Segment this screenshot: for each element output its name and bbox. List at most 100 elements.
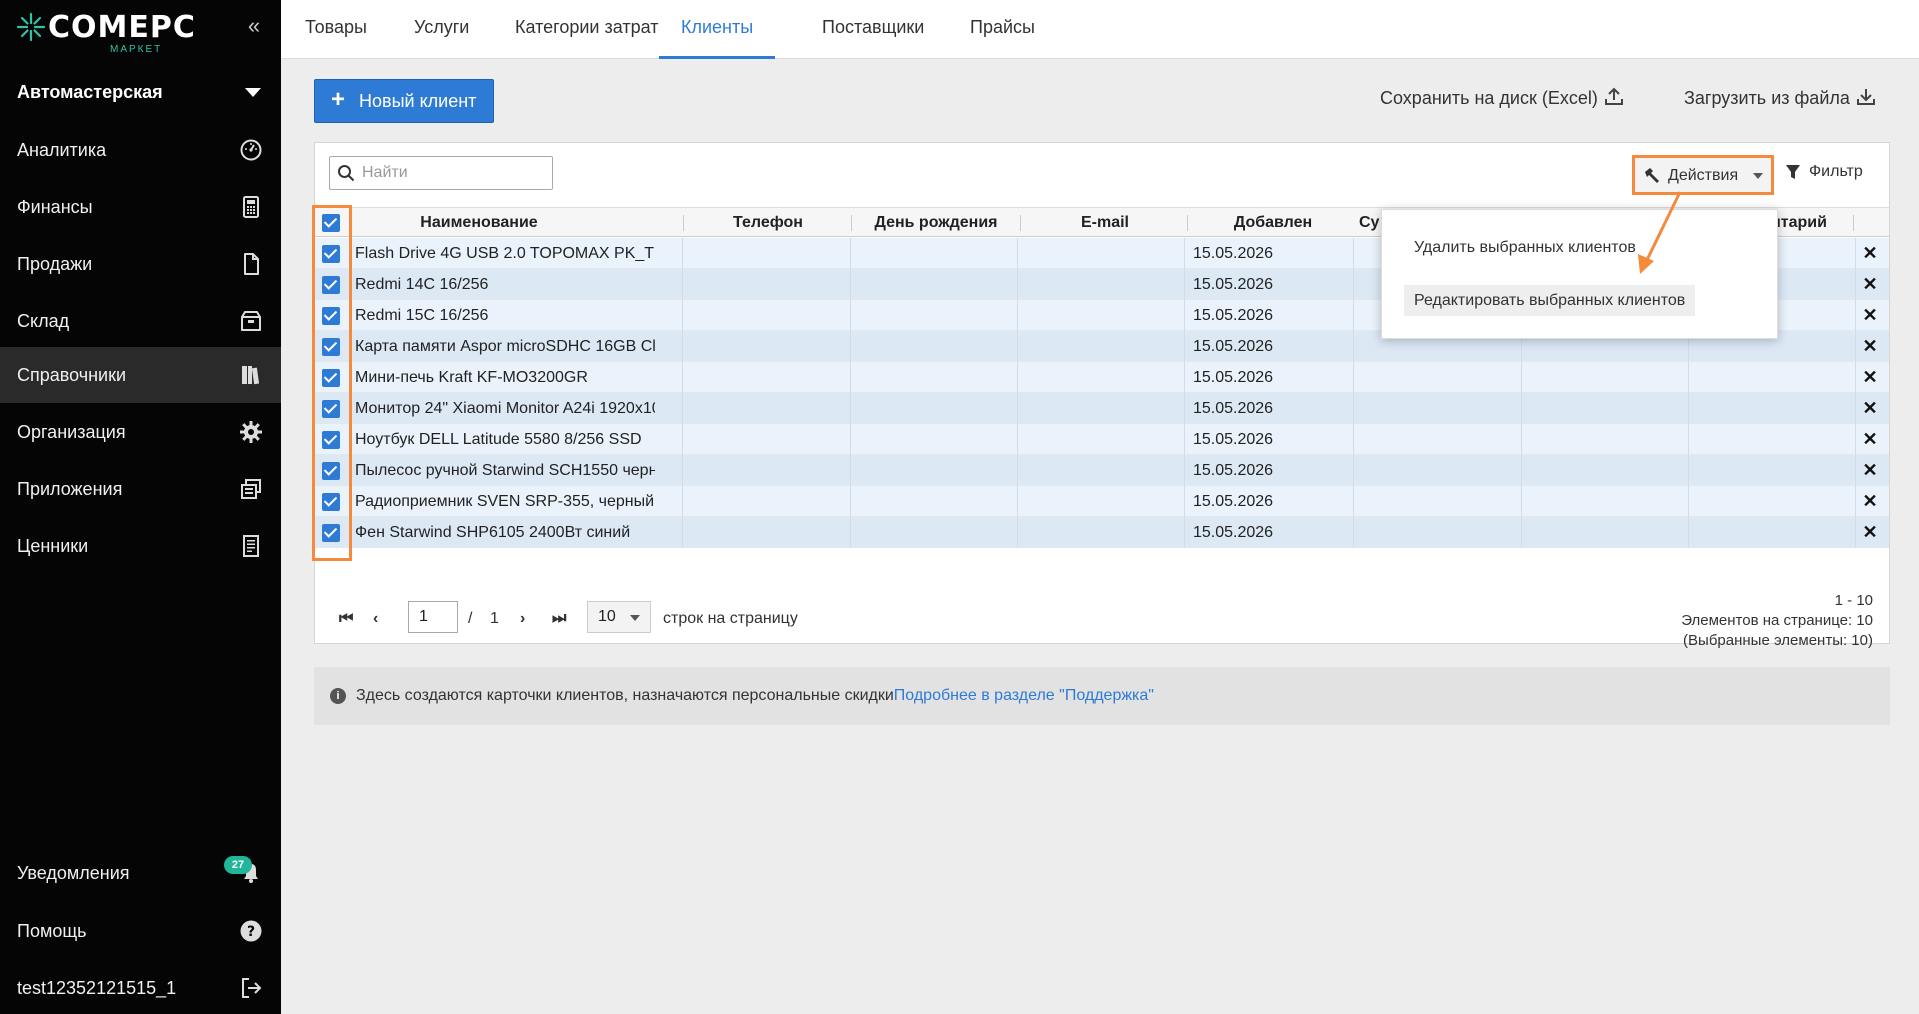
company-selector[interactable]: Автомастерская [0, 70, 281, 114]
sidebar-item-label: Ценники [17, 536, 89, 556]
sidebar-item-label: Организация [17, 422, 126, 442]
top-navigation: Товары Услуги Категории затрат Клиенты П… [281, 0, 1919, 59]
sidebar-item-warehouse[interactable]: Склад [0, 293, 281, 349]
collapse-sidebar-icon[interactable]: « [242, 14, 266, 38]
client-name: Фен Starwind SHP6105 2400Вт синий [355, 524, 631, 541]
tab-suppliers[interactable]: Поставщики [822, 0, 924, 59]
column-header-birthday[interactable]: День рождения [853, 208, 1019, 238]
delete-row-icon[interactable]: ✕ [1858, 331, 1882, 362]
sidebar-item-directories[interactable]: Справочники [0, 347, 281, 403]
column-header-added[interactable]: Добавлен [1190, 208, 1356, 238]
delete-selected-clients-item[interactable]: Удалить выбранных клиентов [1404, 232, 1646, 263]
rows-per-page-select[interactable]: 10 [587, 601, 651, 633]
column-header-phone[interactable]: Телефон [685, 208, 851, 238]
delete-row-icon[interactable]: ✕ [1858, 517, 1882, 548]
tab-price-lists[interactable]: Прайсы [970, 0, 1035, 59]
table-row[interactable]: Пылесос ручной Starwind SCH1550 черный 1… [315, 455, 1889, 486]
client-name: Flash Drive 4G USB 2.0 TOPOMAX PK_TG105 … [355, 245, 655, 262]
client-name: Пылесос ручной Starwind SCH1550 черный [355, 462, 655, 479]
sidebar-item-user[interactable]: test12352121515_1 [0, 960, 281, 1014]
sidebar-item-label: Помощь [17, 921, 87, 941]
prev-page-icon[interactable]: ‹ [373, 610, 378, 628]
column-header-email[interactable]: E-mail [1022, 208, 1188, 238]
delete-row-icon[interactable]: ✕ [1858, 455, 1882, 486]
client-added-date: 15.05.2026 [1193, 245, 1274, 262]
delete-row-icon[interactable]: ✕ [1858, 362, 1882, 393]
support-link[interactable]: Подробнее в разделе "Поддержка" [894, 687, 1154, 704]
actions-label: Действия [1668, 167, 1739, 184]
column-separator[interactable] [1187, 215, 1188, 231]
tab-clients[interactable]: Клиенты [659, 0, 776, 59]
sidebar-item-organization[interactable]: Организация [0, 404, 281, 460]
delete-row-icon[interactable]: ✕ [1858, 486, 1882, 517]
table-row[interactable]: Фен Starwind SHP6105 2400Вт синий 15.05.… [315, 517, 1889, 548]
sidebar-item-label: Финансы [17, 197, 93, 217]
column-separator[interactable] [1853, 215, 1854, 231]
client-name: Redmi 15C 16/256 [355, 307, 489, 324]
sidebar-item-analytics[interactable]: Аналитика [0, 122, 281, 178]
save-excel-button[interactable]: Сохранить на диск (Excel) [1380, 87, 1623, 109]
search-box[interactable] [329, 156, 553, 190]
selected-items: (Выбранные элементы: 10) [1683, 632, 1873, 649]
caret-down-icon [630, 615, 640, 621]
table-row[interactable]: Монитор 24" Xiaomi Monitor A24i 1920x108… [315, 393, 1889, 424]
client-name: Карта памяти Aspor microSDHC 16GB Class1… [355, 338, 655, 355]
books-icon [242, 366, 260, 385]
sidebar-item-sales[interactable]: Продажи [0, 236, 281, 292]
items-on-page: Элементов на странице: 10 [1681, 612, 1873, 629]
sidebar-item-finance[interactable]: Финансы [0, 179, 281, 235]
rows-per-page-value: 10 [598, 608, 616, 625]
tab-expense-categories[interactable]: Категории затрат [515, 0, 658, 59]
new-client-label: Новый клиент [359, 91, 477, 111]
client-added-date: 15.05.2026 [1193, 493, 1274, 510]
windows-icon [241, 479, 261, 499]
actions-dropdown-menu: Удалить выбранных клиентов Редактировать… [1381, 209, 1778, 339]
load-file-button[interactable]: Загрузить из файла [1684, 88, 1875, 109]
page-input[interactable]: 1 [408, 601, 458, 633]
edit-selected-clients-item[interactable]: Редактировать выбранных клиентов [1404, 285, 1696, 316]
column-separator[interactable] [1020, 215, 1021, 231]
column-header-sum[interactable]: Су [1359, 208, 1379, 238]
caret-down-icon [245, 88, 261, 97]
search-input[interactable] [362, 163, 546, 183]
new-client-button[interactable]: + Новый клиент [314, 79, 494, 123]
actions-button[interactable]: Действия [1632, 155, 1774, 195]
column-header-comment[interactable]: нтарий [1769, 208, 1829, 238]
sidebar-item-label: Справочники [17, 365, 127, 385]
logo-star-icon [16, 12, 46, 42]
client-name: Радиоприемник SVEN SRP-355, черный [355, 493, 655, 510]
delete-row-icon[interactable]: ✕ [1858, 269, 1882, 300]
client-added-date: 15.05.2026 [1193, 524, 1274, 541]
table-row[interactable]: Мини-печь Kraft KF-MO3200GR 15.05.2026 ✕ [315, 362, 1889, 393]
first-page-icon[interactable]: ⏮ [339, 610, 353, 628]
load-file-label: Загрузить из файла [1684, 88, 1850, 108]
column-header-name[interactable]: Наименование [351, 208, 607, 238]
document-icon [244, 253, 259, 275]
sidebar-item-help[interactable]: Помощь ? [0, 903, 281, 959]
notifications-badge: 27 [224, 856, 252, 874]
table-row[interactable]: Ноутбук DELL Latitude 5580 8/256 SSD 15.… [315, 424, 1889, 455]
logo: COMEPC МАРКЕТ [16, 6, 195, 55]
column-separator[interactable] [683, 215, 684, 231]
next-page-icon[interactable]: › [520, 610, 525, 628]
sidebar: COMEPC МАРКЕТ « Автомастерская Аналитика… [0, 0, 281, 1014]
sidebar-item-label: Уведомления [17, 863, 130, 883]
sidebar-item-price-tags[interactable]: Ценники [0, 518, 281, 574]
delete-row-icon[interactable]: ✕ [1858, 393, 1882, 424]
client-name: Redmi 14C 16/256 [355, 276, 489, 293]
column-separator[interactable] [851, 215, 852, 231]
filter-label: Фильтр [1809, 163, 1863, 180]
table-row[interactable]: Радиоприемник SVEN SRP-355, черный 15.05… [315, 486, 1889, 517]
last-page-icon[interactable]: ⏭ [552, 610, 566, 628]
sidebar-item-label: Склад [17, 311, 70, 331]
sidebar-item-label: Аналитика [17, 140, 107, 160]
client-added-date: 15.05.2026 [1193, 462, 1274, 479]
client-added-date: 15.05.2026 [1193, 338, 1274, 355]
sidebar-item-apps[interactable]: Приложения [0, 461, 281, 517]
delete-row-icon[interactable]: ✕ [1858, 238, 1882, 269]
tab-services[interactable]: Услуги [414, 0, 469, 59]
delete-row-icon[interactable]: ✕ [1858, 424, 1882, 455]
upload-icon [1605, 87, 1623, 105]
delete-row-icon[interactable]: ✕ [1858, 300, 1882, 331]
tab-goods[interactable]: Товары [305, 0, 367, 59]
